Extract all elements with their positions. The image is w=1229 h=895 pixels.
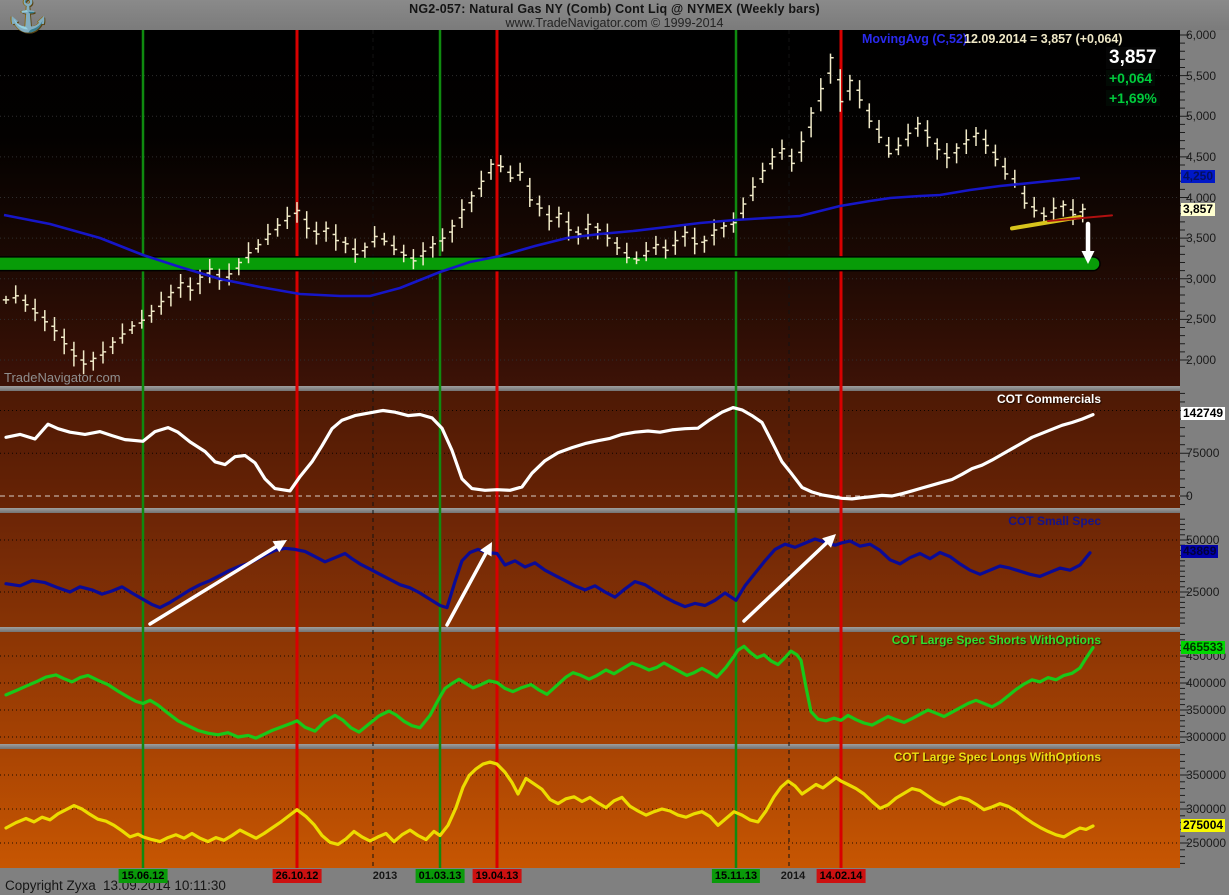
axis-tick-label: 3,500 [1186, 231, 1217, 246]
date-axis-label: 14.02.14 [816, 869, 866, 883]
chart-titlebar: NG2-057: Natural Gas NY (Comb) Cont Liq … [0, 0, 1229, 30]
axis-tick-label: 5,500 [1186, 68, 1217, 83]
date-axis-label: 2014 [780, 870, 806, 882]
anchor-emblem-icon: ⚓ [8, 0, 48, 33]
axis-tick-label: 350000 [1186, 703, 1227, 717]
price-change-percent: +1,69% [1106, 90, 1160, 106]
tradenavigator-watermark: TradeNavigator.com [4, 370, 121, 385]
axis-tick-label: 25000 [1186, 585, 1220, 599]
axis-tick-label: 6,000 [1186, 28, 1217, 42]
axis-tick-label: 300000 [1186, 802, 1227, 816]
axis-tick-label: 350000 [1186, 768, 1227, 782]
chart-subtitle: www.TradeNavigator.com © 1999-2014 [505, 16, 724, 30]
axis-value-badge: 4,250 [1181, 169, 1216, 183]
date-axis-label: 26.10.12 [272, 869, 322, 883]
axis-tick-label: 5,000 [1186, 109, 1217, 124]
axis-tick-label: 400000 [1186, 676, 1227, 690]
date-axis-label: 19.04.13 [472, 869, 522, 883]
cot-large-spec-longs-label: COT Large Spec Longs WithOptions [893, 750, 1101, 764]
date-axis-label: 01.03.13 [415, 869, 465, 883]
axis-tick-label: 250000 [1186, 836, 1227, 850]
axis-value-badge: 142749 [1181, 406, 1226, 420]
axis-tick-label: 2,000 [1186, 353, 1217, 367]
axis-tick-label: 3,000 [1186, 271, 1217, 286]
axis-tick-label: 4,500 [1186, 149, 1217, 164]
axis-value-badge: 3,857 [1181, 202, 1216, 216]
trade-navigator-window: NG2-057: Natural Gas NY (Comb) Cont Liq … [0, 0, 1229, 895]
axis-value-badge: 465533 [1181, 640, 1226, 654]
cursor-value-readout: 12.09.2014 = 3,857 (+0,064) [964, 32, 1123, 46]
axis-tick-label: 75000 [1186, 446, 1220, 461]
cot-commercials-label: COT Commercials [996, 392, 1101, 406]
axis-tick-label: 0 [1186, 489, 1193, 503]
date-axis-label: 15.06.12 [118, 869, 168, 883]
axis-tick-label: 300000 [1186, 730, 1227, 744]
price-change: +0,064 [1106, 70, 1156, 86]
moving-avg-label: MovingAvg (C,52) [862, 32, 968, 46]
cot-small-spec-label: COT Small Spec [1008, 514, 1101, 528]
date-axis-label: 15.11.13 [711, 869, 761, 883]
axis-value-badge: 275004 [1181, 818, 1226, 832]
cot-large-spec-shorts-label: COT Large Spec Shorts WithOptions [891, 633, 1101, 647]
copyright-text: Copyright Zyxa [5, 878, 96, 893]
last-price: 3,857 [1106, 47, 1160, 69]
chart-title: NG2-057: Natural Gas NY (Comb) Cont Liq … [409, 2, 820, 16]
axis-value-badge: 43869 [1181, 544, 1219, 558]
date-axis-label: 2013 [372, 870, 398, 882]
axis-tick-label: 2,500 [1186, 312, 1217, 327]
